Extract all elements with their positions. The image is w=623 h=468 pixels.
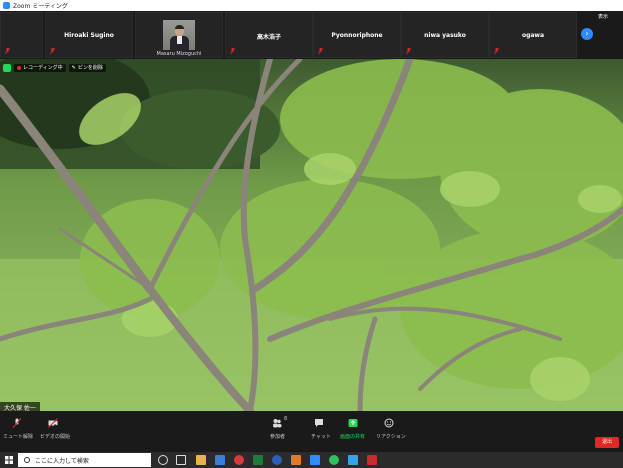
muted-mic-icon (5, 48, 10, 54)
participant-name: 高木浩子 (256, 34, 281, 41)
orchard-video-frame (0, 59, 623, 411)
participants-strip: Hiroaki Sugino Masaru Mizoguchi 高木浩子 Pyo… (0, 11, 623, 59)
main-video (0, 59, 623, 411)
participants-count: 8 (284, 416, 288, 422)
share-screen-label[interactable]: 画面の共有 (340, 433, 365, 440)
recording-dot-icon (17, 65, 21, 70)
participant-tile[interactable]: 高木浩子 (225, 12, 313, 58)
unpin-button[interactable]: ✎ ピンを削除 (68, 63, 106, 72)
participant-name: Pyonnoriphone (331, 32, 383, 39)
start-video-label[interactable]: ビデオの開始 (40, 433, 70, 440)
mail-icon[interactable] (215, 455, 225, 465)
window-titlebar: Zoom ミーティング (0, 0, 623, 11)
zoom-app-icon (3, 2, 10, 9)
speaker-name-label: 大久保 佐一 (0, 402, 40, 412)
participants-label[interactable]: 参加者 (270, 433, 285, 440)
zoom-taskbar-icon[interactable] (310, 455, 320, 465)
windows-start-icon[interactable] (5, 456, 13, 464)
search-placeholder: ここに入力して検索 (35, 457, 89, 465)
muted-mic-icon (230, 48, 235, 54)
pin-icon: ✎ (71, 64, 76, 71)
app-icon[interactable] (348, 455, 358, 465)
meeting-status-bar: レコーディング中 ✎ ピンを削除 (3, 63, 106, 72)
leave-meeting-button[interactable]: 退出 (595, 437, 619, 448)
reactions-icon[interactable] (384, 418, 394, 428)
reactions-label[interactable]: リアクション (376, 433, 406, 440)
taskbar-search-box[interactable]: ここに入力して検索 (18, 453, 151, 467)
participant-name: ogawa (521, 32, 545, 39)
muted-mic-icon (406, 48, 411, 54)
cortana-icon[interactable] (158, 455, 168, 465)
participant-tile[interactable]: Hiroaki Sugino (45, 12, 133, 58)
chrome-icon[interactable] (234, 455, 244, 465)
recording-badge[interactable]: レコーディング中 (14, 63, 66, 72)
participant-tile[interactable]: ogawa (489, 12, 577, 58)
search-icon (24, 457, 30, 463)
meeting-toolbar: ミュート解除 ビデオの開始 8 参加者 チャット 画面の共有 リアクション 退出 (0, 411, 623, 452)
muted-mic-icon (494, 48, 499, 54)
security-shield-icon[interactable] (3, 63, 11, 72)
start-video-icon[interactable] (48, 418, 58, 428)
window-title: Zoom ミーティング (13, 3, 68, 10)
task-view-icon[interactable] (176, 455, 186, 465)
chat-label[interactable]: チャット (311, 433, 331, 440)
participant-name: Hiroaki Sugino (64, 32, 114, 39)
excel-icon[interactable] (253, 455, 263, 465)
participant-tile[interactable] (0, 12, 43, 58)
participant-name: Masaru Mizoguchi (156, 51, 202, 57)
next-page-button[interactable]: › (581, 28, 593, 40)
view-button[interactable]: 表示 (598, 13, 608, 20)
participants-icon[interactable] (272, 418, 282, 428)
participant-video-thumbnail (163, 20, 195, 50)
share-screen-icon[interactable] (348, 418, 358, 428)
participant-tile[interactable]: Pyonnoriphone (313, 12, 401, 58)
unmute-label[interactable]: ミュート解除 (3, 433, 33, 440)
windows-taskbar: ここに入力して検索 (0, 452, 623, 468)
firefox-icon[interactable] (291, 455, 301, 465)
muted-mic-icon (50, 48, 55, 54)
file-explorer-icon[interactable] (196, 455, 206, 465)
chat-icon[interactable] (314, 418, 324, 428)
participant-tile[interactable]: Masaru Mizoguchi (135, 12, 223, 58)
acrobat-icon[interactable] (367, 455, 377, 465)
browser-icon[interactable] (272, 455, 282, 465)
muted-mic-icon (318, 48, 323, 54)
unmute-mic-icon[interactable] (12, 418, 22, 428)
participant-name: niwa yasuko (424, 32, 466, 39)
chevron-right-icon: › (585, 29, 589, 38)
participant-tile[interactable]: niwa yasuko (401, 12, 489, 58)
line-icon[interactable] (329, 455, 339, 465)
